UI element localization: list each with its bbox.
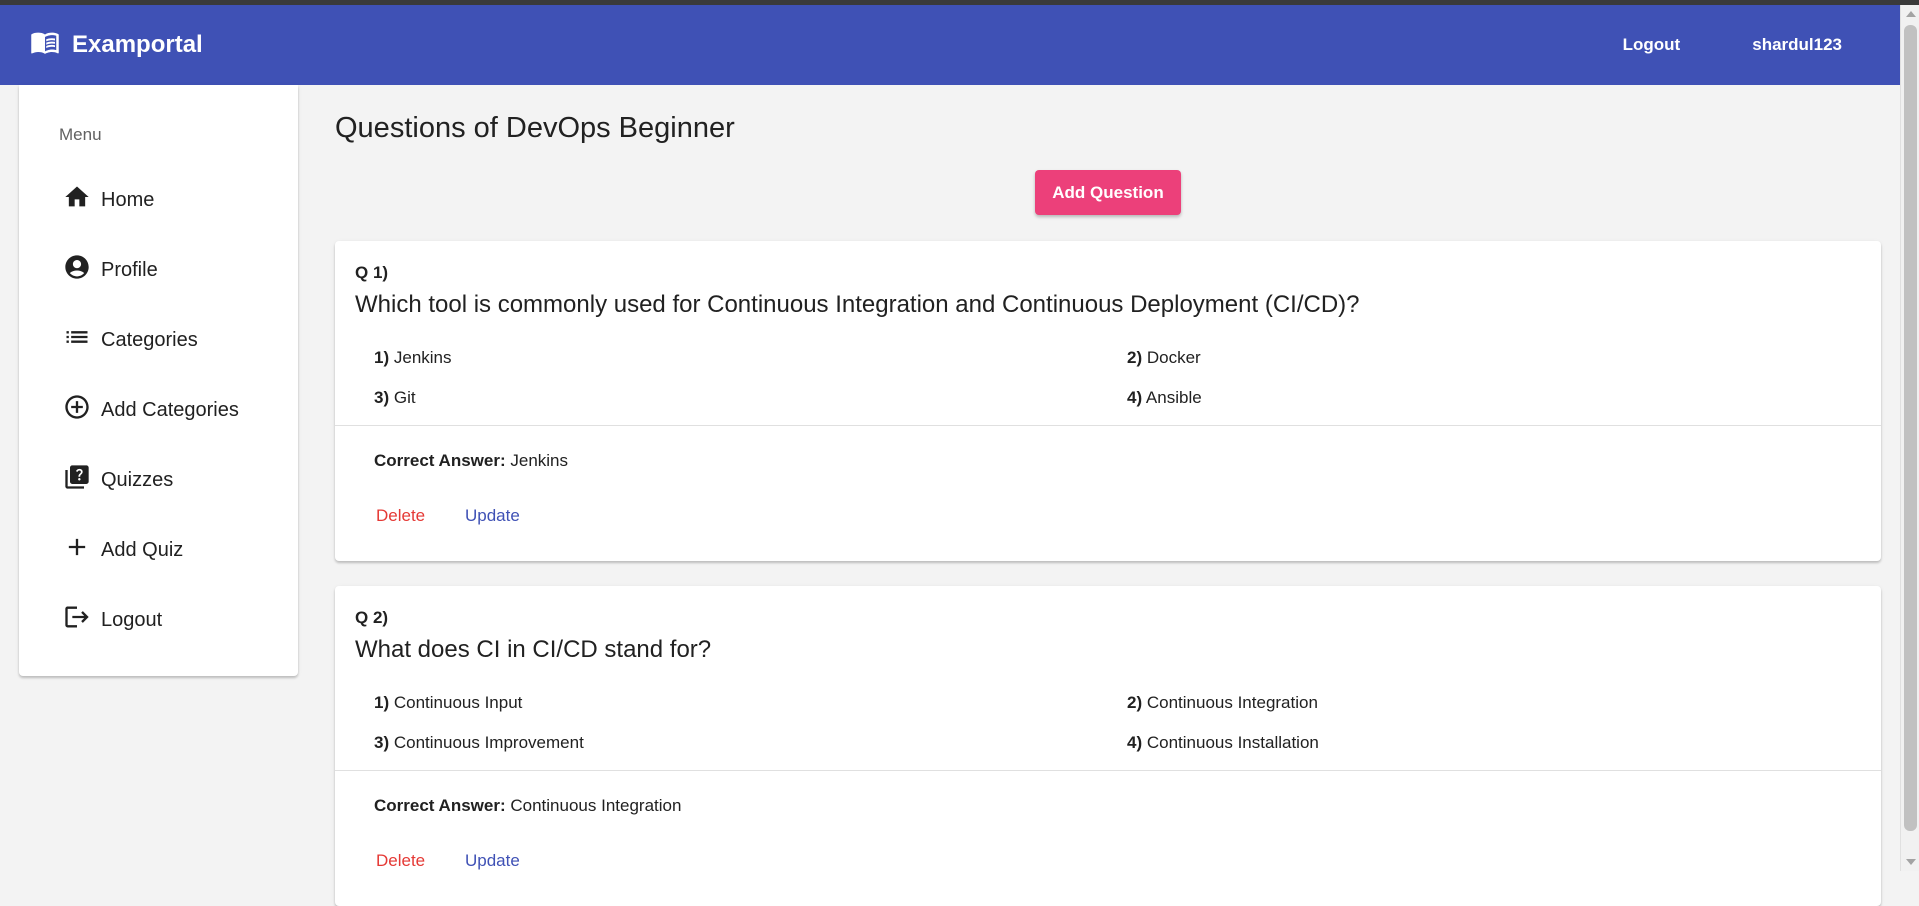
option-4: 4) Ansible [1127, 388, 1202, 407]
scroll-down-arrow-icon[interactable] [1906, 859, 1916, 865]
question-card: Q 2) What does CI in CI/CD stand for? 1)… [335, 586, 1881, 906]
account-circle-icon [63, 253, 91, 287]
brand[interactable]: Examportal [30, 27, 203, 64]
question-number: Q 1) [355, 263, 389, 282]
logout-icon [63, 603, 91, 637]
menu-title: Menu [59, 125, 102, 144]
quiz-icon [63, 463, 91, 497]
sidebar-item-label: Quizzes [101, 468, 174, 491]
nav-logout-button[interactable]: Logout [1605, 27, 1699, 63]
question-number: Q 2) [355, 608, 389, 627]
question-text: What does CI in CI/CD stand for? [355, 636, 712, 663]
sidebar-menu: Menu Home Profile Categories Add Categor… [19, 85, 298, 676]
sidebar-item-label: Categories [101, 328, 198, 351]
sidebar-item-label: Add Quiz [101, 538, 184, 561]
sidebar-item-label: Profile [101, 258, 158, 281]
list-icon [63, 323, 91, 357]
sidebar-item-home[interactable]: Home [63, 180, 154, 220]
correct-answer: Correct Answer: Jenkins [374, 451, 569, 470]
sidebar-item-profile[interactable]: Profile [63, 250, 158, 290]
scroll-up-arrow-icon[interactable] [1906, 11, 1916, 17]
brand-name: Examportal [72, 31, 203, 58]
question-card: Q 1) Which tool is commonly used for Con… [335, 241, 1881, 561]
page-scrollbar[interactable] [1900, 5, 1919, 871]
sidebar-item-logout[interactable]: Logout [63, 600, 162, 640]
option-1: 1) Jenkins [374, 348, 452, 367]
card-divider [335, 770, 1881, 771]
sidebar-item-add-quiz[interactable]: Add Quiz [63, 530, 183, 570]
option-2: 2) Continuous Integration [1127, 693, 1318, 712]
sidebar-item-label: Home [101, 188, 155, 211]
page-title: Questions of DevOps Beginner [335, 112, 735, 144]
scroll-thumb[interactable] [1904, 25, 1917, 831]
nav-username-button[interactable]: shardul123 [1734, 27, 1860, 63]
sidebar-item-quizzes[interactable]: Quizzes [63, 460, 173, 500]
top-navbar: Examportal Logout shardul123 [0, 5, 1900, 85]
sidebar-item-label: Add Categories [101, 398, 239, 421]
update-button[interactable]: Update [465, 502, 520, 530]
add-question-button[interactable]: Add Question [1035, 170, 1181, 215]
option-3: 3) Continuous Improvement [374, 733, 584, 752]
option-4: 4) Continuous Installation [1127, 733, 1319, 752]
delete-button[interactable]: Delete [376, 502, 425, 530]
add-circle-outline-icon [63, 393, 91, 427]
menu-book-icon [30, 27, 60, 64]
add-icon [63, 533, 91, 567]
correct-answer: Correct Answer: Continuous Integration [374, 796, 682, 815]
option-3: 3) Git [374, 388, 416, 407]
sidebar-item-add-categories[interactable]: Add Categories [63, 390, 239, 430]
option-2: 2) Docker [1127, 348, 1201, 367]
question-text: Which tool is commonly used for Continuo… [355, 291, 1360, 318]
card-divider [335, 425, 1881, 426]
option-1: 1) Continuous Input [374, 693, 523, 712]
home-icon [63, 183, 91, 217]
sidebar-item-label: Logout [101, 608, 163, 631]
sidebar-item-categories[interactable]: Categories [63, 320, 198, 360]
